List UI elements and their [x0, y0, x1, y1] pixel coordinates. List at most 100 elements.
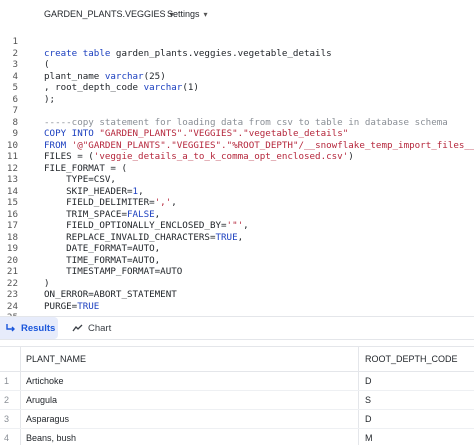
line-number: 6: [12, 93, 18, 105]
code-token: ,: [138, 185, 144, 197]
code-token: "GARDEN_PLANTS"."VEGGIES"."vegetable_det…: [99, 128, 349, 139]
code-token: ON_ERROR=ABORT_STATEMENT: [44, 289, 177, 300]
code-token: TIME_FORMAT=AUTO,: [44, 254, 161, 266]
code-token: (: [44, 59, 50, 70]
line-number: 2: [12, 47, 18, 59]
line-number: 9: [12, 128, 18, 139]
root-depth-code-cell: M: [365, 433, 373, 443]
root-depth-code-cell: D: [365, 414, 372, 424]
code-token: ,: [171, 197, 177, 208]
column-header-plant-name[interactable]: PLANT_NAME: [26, 347, 86, 372]
code-token: -----copy statement for loading data fro…: [44, 116, 448, 128]
table-row[interactable]: 2 Arugula S: [0, 391, 474, 410]
code-line[interactable]: 16 TRIM_SPACE=FALSE,: [0, 209, 474, 221]
code-token: 'veggie_details_a_to_k_comma_opt_enclose…: [93, 151, 349, 162]
code-line[interactable]: 21 TIMESTAMP_FORMAT=AUTO: [0, 266, 474, 278]
line-number: 24: [6, 300, 18, 312]
settings-label: Settings: [167, 9, 200, 19]
code-text: -----copy statement for loading data fro…: [44, 117, 448, 129]
database-context-selector[interactable]: GARDEN_PLANTS.VEGGIES ▾: [44, 9, 174, 19]
plant-name-cell: Beans, bush: [26, 433, 77, 443]
row-index: 1: [4, 376, 10, 386]
code-line[interactable]: 19 DATE_FORMAT=AUTO,: [0, 243, 474, 255]
column-header-root-depth-code[interactable]: ROOT_DEPTH_CODE: [365, 347, 458, 372]
code-text: FIELD_OPTIONALLY_ENCLOSED_BY='"',: [44, 220, 249, 232]
chevron-down-icon: ▾: [203, 9, 208, 19]
line-number: 16: [6, 208, 18, 220]
line-number: 4: [12, 70, 18, 82]
line-number: 10: [6, 139, 18, 151]
database-context-label: GARDEN_PLANTS.VEGGIES: [44, 9, 166, 19]
code-line[interactable]: 18 REPLACE_INVALID_CHARACTERS=TRUE,: [0, 232, 474, 244]
code-token: TIMESTAMP_FORMAT=AUTO: [44, 266, 183, 277]
code-token: ',': [154, 197, 172, 208]
code-token: FILE_FORMAT = (: [44, 162, 127, 174]
line-number: 1: [12, 36, 18, 47]
tab-results[interactable]: Results: [0, 317, 58, 339]
code-text: DATE_FORMAT=AUTO,: [44, 243, 160, 255]
code-line[interactable]: 17 FIELD_OPTIONALLY_ENCLOSED_BY='"',: [0, 220, 474, 232]
code-token: garden_plants.veggies.vegetable_details: [110, 47, 332, 59]
tab-chart[interactable]: Chart: [72, 317, 111, 339]
code-line[interactable]: 24 PURGE=TRUE: [0, 301, 474, 313]
code-text: ): [44, 278, 50, 290]
code-token: ): [348, 151, 354, 162]
code-token: '"': [226, 220, 244, 231]
code-token: TRIM_SPACE=: [44, 208, 127, 220]
code-line[interactable]: 3(: [0, 59, 474, 71]
code-line[interactable]: 23 ON_ERROR=ABORT_STATEMENT: [0, 289, 474, 301]
code-line[interactable]: 10 FROM '@"GARDEN_PLANTS"."VEGGIES"."%ROO…: [0, 140, 474, 152]
code-token: DATE_FORMAT=AUTO,: [44, 243, 161, 254]
sql-editor[interactable]: 1 2 create table garden_plants.veggies.veg…: [0, 36, 474, 316]
code-line[interactable]: 14 SKIP_HEADER=1,: [0, 186, 474, 198]
line-number: 3: [12, 59, 18, 70]
code-text: TIME_FORMAT=AUTO,: [44, 255, 160, 267]
root-depth-code-cell: S: [365, 395, 372, 405]
line-number: 8: [12, 116, 18, 128]
code-line[interactable]: 8 -----copy statement for loading data fr…: [0, 117, 474, 129]
table-row[interactable]: 3 Asparagus D: [0, 410, 474, 429]
code-line[interactable]: 9 COPY INTO "GARDEN_PLANTS"."VEGGIES"."ve…: [0, 128, 474, 140]
row-index: 2: [4, 395, 10, 405]
code-text: (: [44, 59, 50, 71]
code-line[interactable]: 20 TIME_FORMAT=AUTO,: [0, 255, 474, 267]
code-line[interactable]: 22): [0, 278, 474, 290]
code-token: FIELD_DELIMITER=: [44, 197, 155, 208]
code-line[interactable]: 11 FILES = ('veggie_details_a_to_k_comma_…: [0, 151, 474, 163]
line-number: 21: [6, 266, 18, 277]
line-number: 17: [6, 220, 18, 231]
plant-name-cell: Asparagus: [26, 414, 70, 424]
chart-line-icon: [72, 323, 83, 333]
code-token: PURGE=: [44, 300, 78, 312]
results-arrow-icon: [6, 323, 16, 333]
line-number: 15: [6, 197, 18, 208]
tab-chart-label: Chart: [88, 322, 112, 334]
settings-menu[interactable]: Settings ▾: [167, 9, 208, 19]
code-line[interactable]: 4 plant_name varchar(25): [0, 71, 474, 83]
code-token: FILES = (: [44, 151, 94, 162]
code-line[interactable]: 1: [0, 36, 474, 48]
code-line[interactable]: 6);: [0, 94, 474, 106]
code-text: , root_depth_code varchar(1): [44, 82, 199, 94]
code-token: varchar: [104, 70, 144, 82]
code-line[interactable]: 12 FILE_FORMAT = (: [0, 163, 474, 175]
plant-name-cell: Artichoke: [26, 376, 64, 386]
code-text: PURGE=TRUE: [44, 301, 99, 313]
code-text: SKIP_HEADER=1,: [44, 185, 144, 198]
editor-context-bar: GARDEN_PLANTS.VEGGIES ▾ Settings ▾: [0, 0, 474, 30]
code-line[interactable]: 5 , root_depth_code varchar(1): [0, 82, 474, 94]
code-text: );: [44, 94, 55, 106]
code-line[interactable]: 15 FIELD_DELIMITER=',',: [0, 197, 474, 209]
line-number: 5: [12, 82, 18, 93]
result-tabs: Results Chart: [0, 316, 474, 340]
code-line[interactable]: 2 create table garden_plants.veggies.vege…: [0, 48, 474, 60]
code-line[interactable]: 7: [0, 105, 474, 117]
line-number: 11: [6, 151, 18, 162]
code-line[interactable]: 13 TYPE=CSV,: [0, 174, 474, 186]
table-row[interactable]: 1 Artichoke D: [0, 372, 474, 391]
code-token: plant_name: [44, 70, 105, 82]
code-token: create table: [44, 47, 111, 59]
code-token: (25): [143, 70, 166, 82]
table-row[interactable]: 4 Beans, bush M: [0, 429, 474, 445]
code-token: FROM: [44, 139, 67, 151]
